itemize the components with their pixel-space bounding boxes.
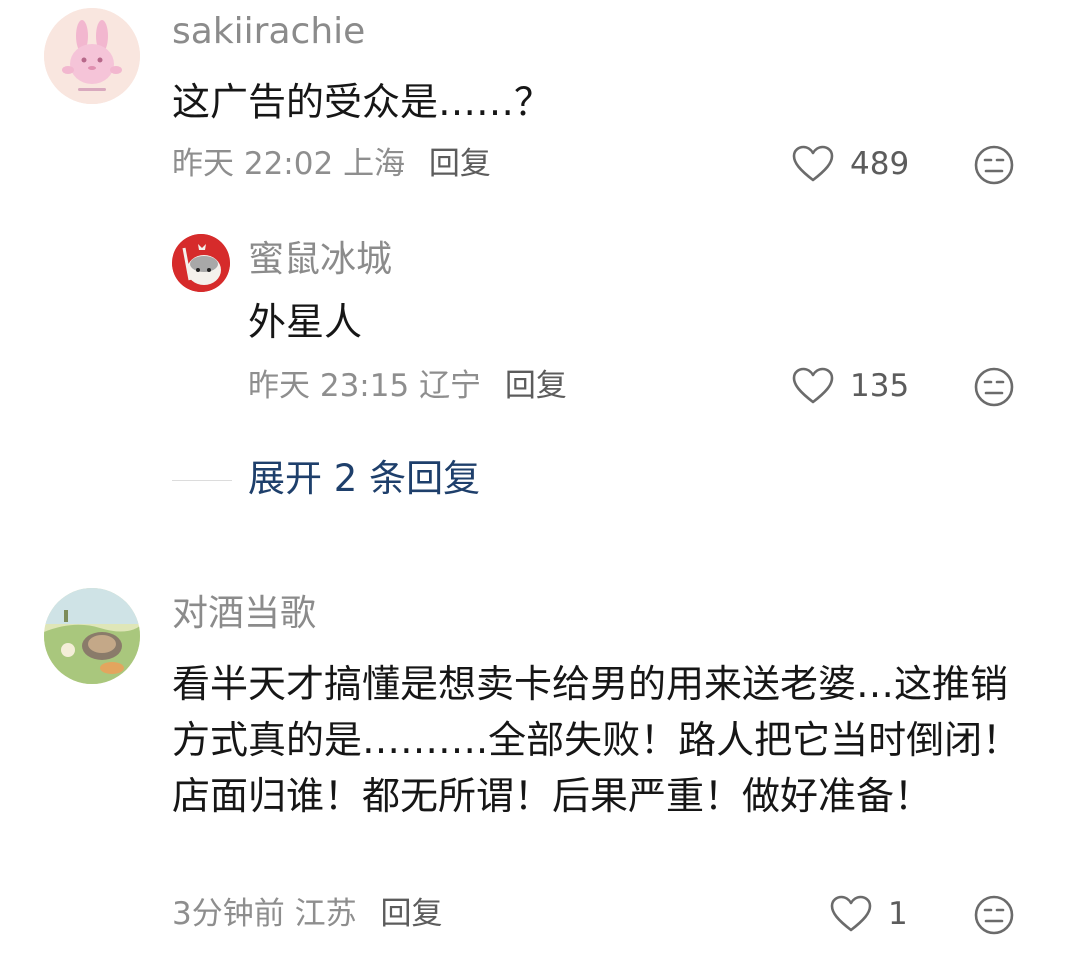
comment-location: 上海 bbox=[343, 146, 406, 182]
dislike-face-icon bbox=[974, 145, 1014, 185]
comment-username[interactable]: 蜜鼠冰城 bbox=[248, 238, 392, 282]
comment-username[interactable]: 对酒当歌 bbox=[172, 592, 316, 636]
comment-text: 这广告的受众是……？ bbox=[172, 80, 553, 124]
comment-username[interactable]: sakiirachie bbox=[172, 10, 365, 54]
comment-time: 3分钟前 bbox=[172, 896, 285, 932]
like-button[interactable]: 489 bbox=[792, 144, 909, 184]
dislike-button[interactable] bbox=[973, 366, 1015, 412]
dislike-button[interactable] bbox=[973, 144, 1015, 190]
comment-text: 看半天才搞懂是想卖卡给男的用来送老婆…这推销方式真的是……….全部失败！路人把它… bbox=[172, 662, 1021, 818]
like-button[interactable]: 1 bbox=[830, 894, 908, 934]
reply-item: 蜜鼠冰城 外星人 昨天 23:15 辽宁 回复 135 bbox=[0, 220, 1079, 420]
expand-divider bbox=[172, 480, 232, 481]
like-count: 1 bbox=[888, 896, 908, 932]
user-avatar[interactable] bbox=[172, 234, 230, 292]
dislike-face-icon bbox=[974, 367, 1014, 407]
expand-replies-link[interactable]: 展开 2 条回复 bbox=[248, 456, 480, 502]
comment-location: 辽宁 bbox=[419, 368, 482, 404]
user-avatar[interactable] bbox=[44, 8, 140, 104]
comment-time: 昨天 22:02 bbox=[172, 146, 334, 182]
comment-item: 对酒当歌 看半天才搞懂是想卖卡给男的用来送老婆…这推销方式真的是……….全部失败… bbox=[0, 580, 1079, 960]
heart-icon bbox=[792, 367, 834, 404]
heart-icon bbox=[792, 145, 834, 182]
like-count: 135 bbox=[850, 368, 910, 404]
dislike-button[interactable] bbox=[973, 894, 1015, 940]
user-avatar[interactable] bbox=[44, 588, 140, 684]
comment-location: 江苏 bbox=[294, 896, 357, 932]
reply-button[interactable]: 回复 bbox=[505, 368, 567, 404]
like-button[interactable]: 135 bbox=[792, 366, 909, 406]
comment-meta: 3分钟前 江苏 回复 bbox=[172, 894, 442, 934]
reply-button[interactable]: 回复 bbox=[429, 146, 491, 182]
comment-meta: 昨天 23:15 辽宁 回复 bbox=[248, 366, 567, 406]
comment-text: 外星人 bbox=[248, 300, 363, 344]
comment-item: sakiirachie 这广告的受众是……？ 昨天 22:02 上海 回复 48… bbox=[0, 0, 1079, 200]
comment-meta: 昨天 22:02 上海 回复 bbox=[172, 144, 491, 184]
dislike-face-icon bbox=[974, 895, 1014, 935]
like-count: 489 bbox=[850, 146, 910, 182]
comment-time: 昨天 23:15 bbox=[248, 368, 410, 404]
reply-button[interactable]: 回复 bbox=[380, 896, 442, 932]
heart-icon bbox=[830, 895, 872, 932]
